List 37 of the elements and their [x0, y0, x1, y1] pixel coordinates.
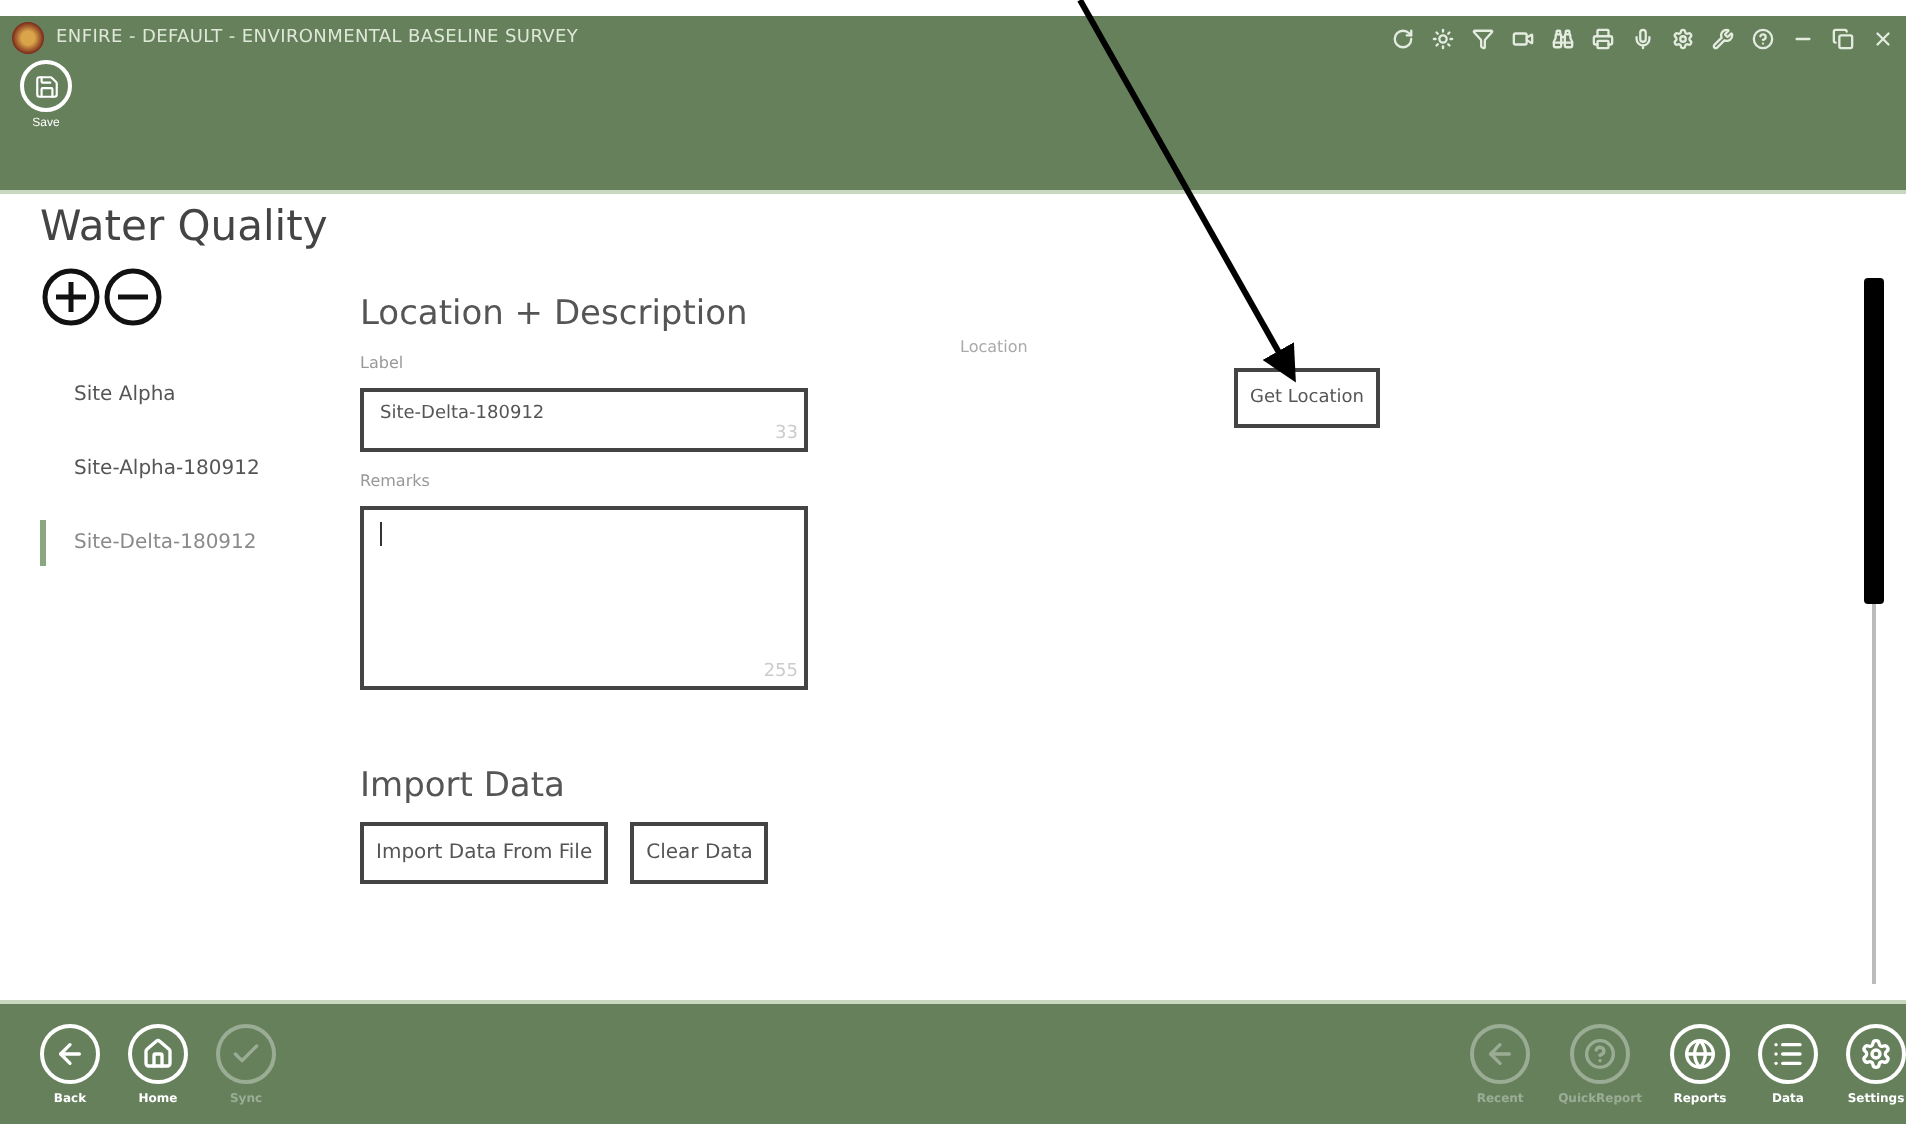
site-list-item[interactable]: Site-Delta-180912	[40, 520, 360, 566]
camera-icon[interactable]	[1512, 27, 1534, 49]
printer-icon[interactable]	[1592, 27, 1614, 49]
import-button[interactable]: Import Data From File	[360, 822, 609, 884]
refresh-icon[interactable]	[1392, 27, 1414, 49]
remove-button[interactable]	[102, 266, 164, 328]
wrench-icon[interactable]	[1712, 27, 1734, 49]
site-list-item[interactable]: Site-Alpha-180912	[40, 446, 360, 492]
scrollbar-track[interactable]	[1872, 604, 1876, 984]
settings-icon	[1860, 1037, 1892, 1069]
microphone-icon[interactable]	[1632, 27, 1654, 49]
section-heading: Import Data	[360, 766, 567, 806]
list-icon	[1772, 1037, 1804, 1069]
section-heading: Location + Description	[360, 294, 750, 334]
add-button[interactable]	[40, 266, 102, 328]
import-button[interactable]: Clear Data	[630, 822, 769, 884]
app-logo	[12, 22, 44, 54]
scrollbar-thumb[interactable]	[1864, 278, 1884, 604]
help-icon[interactable]	[1752, 27, 1774, 49]
window-title: ENFIRE - DEFAULT - ENVIRONMENTAL BASELINE SURVEY	[56, 28, 579, 48]
help-icon	[1584, 1037, 1617, 1069]
globe-icon	[1684, 1037, 1716, 1069]
close-icon[interactable]	[1872, 27, 1894, 49]
site-list-item[interactable]: Site Alpha	[40, 372, 360, 418]
arrow-left-icon	[1484, 1037, 1517, 1069]
get-location-button[interactable]: Get Location	[1234, 368, 1380, 428]
binoculars-icon[interactable]	[1552, 27, 1574, 49]
arrow-left-icon	[54, 1037, 86, 1069]
field-label: Location	[960, 338, 1030, 356]
sun-icon[interactable]	[1432, 27, 1454, 49]
field-label: Remarks	[360, 472, 432, 490]
page-title: Water Quality	[40, 202, 330, 250]
restore-icon[interactable]	[1832, 27, 1854, 49]
filter-icon[interactable]	[1472, 27, 1494, 49]
settings-icon[interactable]	[1672, 27, 1694, 49]
home-icon	[142, 1037, 174, 1069]
field-label: Label	[360, 354, 406, 372]
